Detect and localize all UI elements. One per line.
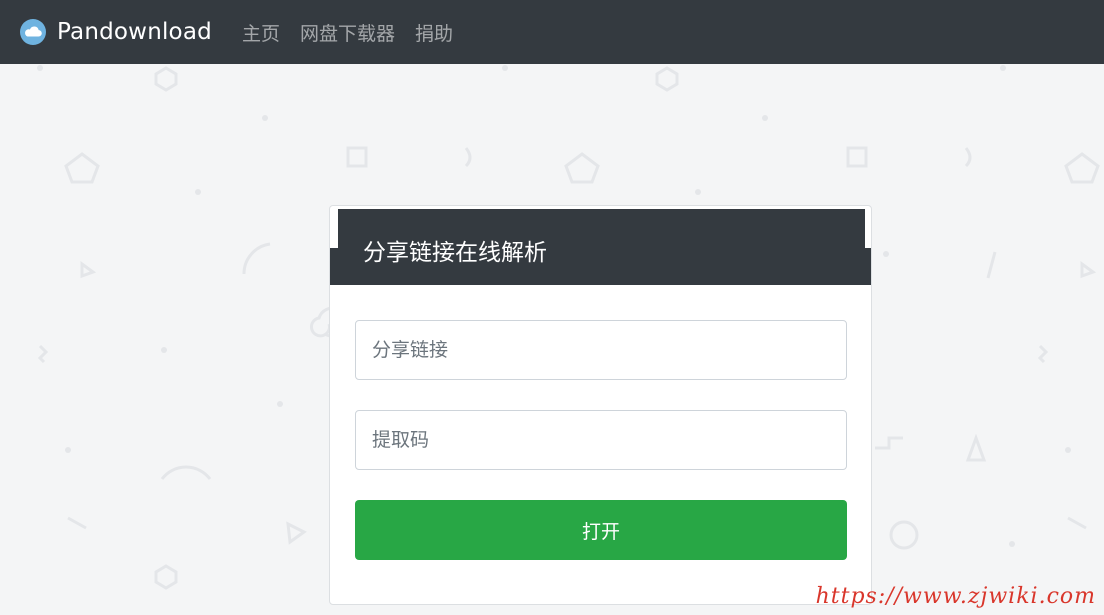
cloud-icon (20, 19, 46, 45)
brand-name: Pandownload (57, 19, 212, 45)
extract-code-input[interactable] (355, 410, 847, 470)
share-link-input[interactable] (355, 320, 847, 380)
nav-link-downloader[interactable]: 网盘下载器 (300, 19, 395, 46)
brand-link[interactable]: Pandownload (20, 19, 212, 45)
parse-card: 分享链接在线解析 打开 (329, 205, 872, 605)
card-title: 分享链接在线解析 (363, 240, 547, 266)
card-header: 分享链接在线解析 (338, 209, 865, 285)
nav-link-donate[interactable]: 捐助 (415, 19, 453, 46)
navbar: Pandownload 主页 网盘下载器 捐助 (0, 0, 1104, 64)
open-button[interactable]: 打开 (355, 500, 847, 560)
nav-link-home[interactable]: 主页 (242, 19, 280, 46)
nav-menu: 主页 网盘下载器 捐助 (242, 19, 473, 46)
watermark: https://www.zjwiki.com (815, 584, 1096, 609)
